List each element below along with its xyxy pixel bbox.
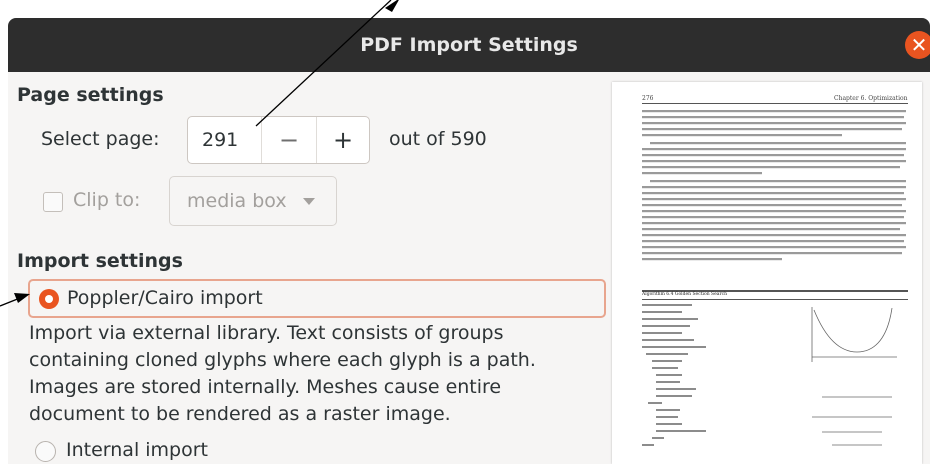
description-line: containing cloned glyphs where each glyp… bbox=[29, 349, 536, 371]
clip-box-select[interactable]: media box bbox=[169, 176, 337, 226]
title-bar: PDF Import Settings ✕ bbox=[8, 18, 930, 72]
page-number-input[interactable]: 291 bbox=[202, 117, 238, 163]
algorithm-block bbox=[642, 304, 897, 446]
increment-button[interactable]: + bbox=[317, 117, 369, 163]
description-line: Import via external library. Text consis… bbox=[29, 322, 504, 344]
internal-import-radio[interactable] bbox=[35, 441, 56, 462]
poppler-cairo-option[interactable]: Poppler/Cairo import bbox=[28, 279, 606, 318]
close-icon[interactable]: ✕ bbox=[905, 31, 930, 59]
import-settings-heading: Import settings bbox=[17, 250, 183, 272]
preview-chapter: Chapter 6. Optimization bbox=[834, 95, 908, 102]
select-page-label: Select page: bbox=[41, 128, 160, 150]
algorithm-title: Algorithm 6.4 Golden Section Search bbox=[642, 292, 728, 297]
description-line: Images are stored internally. Meshes cau… bbox=[29, 376, 502, 398]
header-rule bbox=[642, 103, 908, 104]
page-settings-heading: Page settings bbox=[17, 84, 164, 106]
preview-page-number: 276 bbox=[642, 95, 654, 102]
description-line: document to be rendered as a raster imag… bbox=[29, 403, 451, 425]
algorithm-rule bbox=[642, 299, 908, 300]
radio-selected[interactable] bbox=[39, 289, 59, 309]
internal-import-label[interactable]: Internal import bbox=[66, 439, 208, 461]
decrement-button[interactable]: − bbox=[262, 117, 316, 163]
poppler-description: Import via external library. Text consis… bbox=[29, 320, 589, 428]
clip-label: Clip to: bbox=[73, 189, 141, 211]
clip-box-value: media box bbox=[187, 190, 287, 212]
window-title: PDF Import Settings bbox=[360, 34, 578, 56]
poppler-cairo-label: Poppler/Cairo import bbox=[67, 287, 263, 309]
preview-text-block bbox=[642, 110, 906, 261]
page-number-spinner[interactable]: 291 − + bbox=[187, 116, 370, 164]
page-count-label: out of 590 bbox=[389, 128, 487, 150]
chevron-down-icon bbox=[303, 198, 315, 205]
clip-checkbox[interactable] bbox=[43, 192, 63, 212]
page-preview: 276 Chapter 6. Optimization Algorithm 6.… bbox=[612, 82, 922, 464]
